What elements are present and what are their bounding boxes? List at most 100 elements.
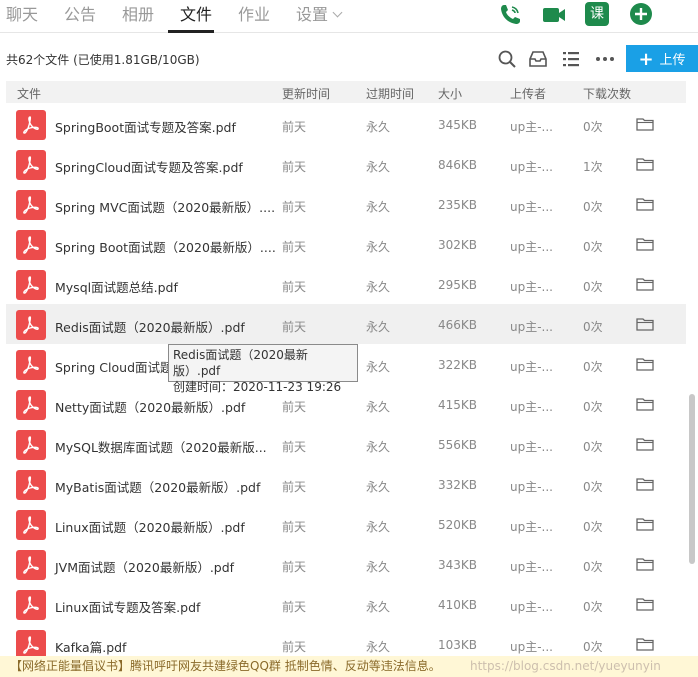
file-updated-time: 前天 [282,560,307,574]
course-icon[interactable]: 课 [585,2,609,26]
tab-settings-label: 设置 [296,5,329,24]
file-uploader: up主-... [510,120,553,134]
file-name[interactable]: MyBatis面试题（2020最新版）.pdf [55,477,260,496]
open-folder-icon[interactable] [636,437,654,451]
file-uploader: up主-... [510,520,553,534]
more-icon[interactable] [594,48,616,70]
column-header-file[interactable]: 文件 [17,85,41,102]
file-size: 556KB [438,438,478,452]
file-name[interactable]: SpringBoot面试专题及答案.pdf [55,117,236,136]
pdf-file-icon [16,350,46,380]
file-updated-time: 前天 [282,160,307,174]
open-folder-icon[interactable] [636,197,654,211]
file-expire-time: 永久 [366,600,391,614]
file-name[interactable]: Linux面试专题及答案.pdf [55,597,200,616]
table-row[interactable]: Linux面试专题及答案.pdf 前天 永久 410KB up主-... 0次 [6,584,686,624]
list-view-icon[interactable] [560,48,582,70]
file-download-count: 0次 [583,360,603,374]
open-folder-icon[interactable] [636,237,654,251]
open-folder-icon[interactable] [636,637,654,651]
file-name[interactable]: MySQL数据库面试题（2020最新版... [55,437,267,456]
open-folder-icon[interactable] [636,117,654,131]
pdf-acrobat-icon [23,636,39,654]
notice-bar: 【网络正能量倡议书】腾讯呼吁网友共建绿色QQ群 抵制色情、反动等违法信息。 ht… [0,656,698,677]
column-header-updated[interactable]: 更新时间 [282,85,330,102]
open-folder-icon[interactable] [636,157,654,171]
table-row[interactable]: Mysql面试题总结.pdf 前天 永久 295KB up主-... 0次 [6,264,686,304]
upload-button[interactable]: + 上传 [626,45,698,72]
pdf-acrobat-icon [23,236,39,254]
table-row[interactable]: MySQL数据库面试题（2020最新版... 前天 永久 556KB up主-... 0次 [6,424,686,464]
file-updated-time: 前天 [282,200,307,214]
tab-announcements[interactable]: 公告 [64,4,96,28]
file-name[interactable]: Netty面试题（2020最新版）.pdf [55,397,245,416]
pdf-acrobat-icon [23,596,39,614]
tab-homework[interactable]: 作业 [238,4,270,28]
tab-files[interactable]: 文件 [180,4,212,28]
file-name[interactable]: Linux面试题（2020最新版）.pdf [55,517,245,536]
table-row[interactable]: MyBatis面试题（2020最新版）.pdf 前天 永久 332KB up主-... 0… [6,464,686,504]
file-size: 295KB [438,278,478,292]
file-name[interactable]: Kafka篇.pdf [55,637,126,656]
search-icon[interactable] [496,48,518,70]
file-uploader: up主-... [510,480,553,494]
file-name[interactable]: Redis面试题（2020最新版）.pdf [55,317,245,336]
table-row[interactable]: SpringBoot面试专题及答案.pdf 前天 永久 345KB up主-... 0次 [6,104,686,144]
file-uploader: up主-... [510,440,553,454]
file-download-count: 0次 [583,120,603,134]
tab-album[interactable]: 相册 [122,4,154,28]
column-header-uploader[interactable]: 上传者 [510,85,546,102]
file-name[interactable]: Spring Cloud面试题 [55,357,173,376]
tab-settings[interactable]: 设置 [296,4,343,28]
pdf-file-icon [16,590,46,620]
pdf-file-icon [16,430,46,460]
open-folder-icon[interactable] [636,277,654,291]
file-download-count: 0次 [583,200,603,214]
pdf-acrobat-icon [23,476,39,494]
file-updated-time: 前天 [282,640,307,654]
open-folder-icon[interactable] [636,557,654,571]
active-tab-indicator [168,30,214,33]
file-expire-time: 永久 [366,520,391,534]
scrollbar[interactable] [689,104,695,664]
column-header-expires[interactable]: 过期时间 [366,85,414,102]
file-download-count: 0次 [583,480,603,494]
file-download-count: 0次 [583,280,603,294]
table-row[interactable]: Redis面试题（2020最新版）.pdf 前天 永久 466KB up主-... 0次 [6,304,686,344]
table-row[interactable]: Linux面试题（2020最新版）.pdf 前天 永久 520KB up主-... 0次 [6,504,686,544]
tooltip-filename: Redis面试题（2020最新版）.pdf [173,348,308,378]
pdf-acrobat-icon [23,516,39,534]
file-name[interactable]: Spring Boot面试题（2020最新版）.... [55,237,276,256]
open-folder-icon[interactable] [636,317,654,331]
pdf-acrobat-icon [23,396,39,414]
add-circle-icon[interactable] [628,2,654,28]
open-folder-icon[interactable] [636,477,654,491]
open-folder-icon[interactable] [636,357,654,371]
open-folder-icon[interactable] [636,597,654,611]
file-name[interactable]: Spring MVC面试题（2020最新版）.... [55,197,275,216]
pdf-file-icon [16,270,46,300]
inbox-icon[interactable] [527,48,549,70]
column-header-size[interactable]: 大小 [438,85,462,102]
pdf-file-icon [16,390,46,420]
file-name[interactable]: SpringCloud面试专题及答案.pdf [55,157,243,176]
table-row[interactable]: Spring MVC面试题（2020最新版）.... 前天 永久 235KB up主-.… [6,184,686,224]
scrollbar-thumb[interactable] [689,394,695,564]
file-name[interactable]: JVM面试题（2020最新版）.pdf [55,557,234,576]
top-nav: 聊天 公告 相册 文件 作业 设置 课 [0,0,698,33]
file-download-count: 0次 [583,600,603,614]
video-call-icon[interactable] [541,2,567,28]
table-row[interactable]: SpringCloud面试专题及答案.pdf 前天 永久 846KB up主-... 1次 [6,144,686,184]
tab-chat[interactable]: 聊天 [6,4,38,28]
open-folder-icon[interactable] [636,517,654,531]
file-updated-time: 前天 [282,480,307,494]
phone-icon[interactable] [497,2,523,28]
table-row[interactable]: JVM面试题（2020最新版）.pdf 前天 永久 343KB up主-... 0次 [6,544,686,584]
table-row[interactable]: Spring Boot面试题（2020最新版）.... 前天 永久 302KB up主-… [6,224,686,264]
file-size: 302KB [438,238,478,252]
file-expire-time: 永久 [366,640,391,654]
file-expire-time: 永久 [366,560,391,574]
open-folder-icon[interactable] [636,397,654,411]
column-header-downloads[interactable]: 下载次数 [583,85,631,102]
file-name[interactable]: Mysql面试题总结.pdf [55,277,178,296]
